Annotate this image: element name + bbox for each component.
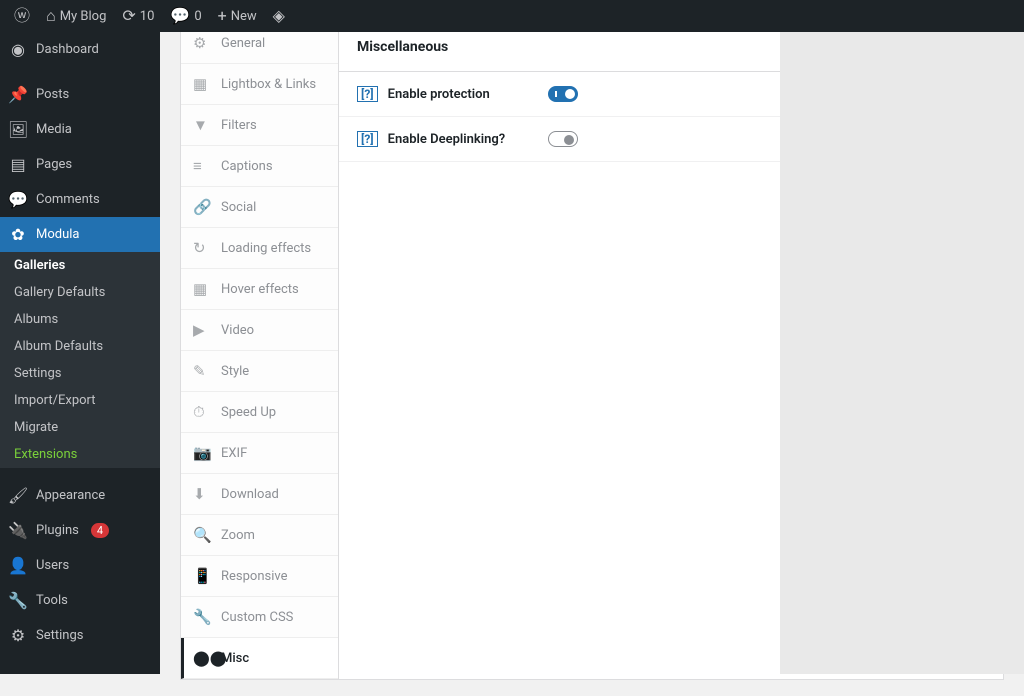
download-icon: ⬇ <box>193 485 211 503</box>
diamond-icon: ◈ <box>273 8 285 24</box>
tab-captions[interactable]: ≡Captions <box>181 146 338 187</box>
play-icon: ▶ <box>193 321 211 339</box>
gauge-icon: ⏱ <box>193 403 211 421</box>
modula-submenu: Galleries Gallery Defaults Albums Album … <box>0 252 160 468</box>
submenu-import-export[interactable]: Import/Export <box>0 387 160 414</box>
submenu-albums[interactable]: Albums <box>0 306 160 333</box>
sliders-icon: ⚙ <box>8 626 28 645</box>
paint-icon: ✎ <box>193 362 211 380</box>
comments-count: 0 <box>194 9 201 24</box>
dots-icon: ⬤⬤ <box>193 649 211 667</box>
user-icon: 👤 <box>8 556 28 575</box>
wrench-icon: 🔧 <box>193 608 211 626</box>
tab-hover[interactable]: ▦Hover effects <box>181 269 338 310</box>
submenu-gallery-defaults[interactable]: Gallery Defaults <box>0 279 160 306</box>
hover-icon: ▦ <box>193 280 211 298</box>
wp-logo[interactable]: ⓦ <box>6 0 38 32</box>
gear-icon: ✿ <box>8 225 28 244</box>
pin-icon: 📌 <box>8 85 28 104</box>
menu-plugins[interactable]: 🔌Plugins4 <box>0 513 160 548</box>
menu-modula[interactable]: ✿Modula <box>0 217 160 252</box>
funnel-icon: ▼ <box>193 116 211 134</box>
tab-responsive[interactable]: 📱Responsive <box>181 556 338 597</box>
row-label: Enable Deeplinking? <box>388 132 538 147</box>
admin-bar: ⓦ ⌂My Blog ⟳10 💬0 +New ◈ <box>0 0 1024 32</box>
tab-exif[interactable]: 📷EXIF <box>181 433 338 474</box>
litespeed-link[interactable]: ◈ <box>265 0 293 32</box>
comments-link[interactable]: 💬0 <box>162 0 209 32</box>
wrench-icon: 🔧 <box>8 591 28 610</box>
toggle-protection[interactable] <box>548 86 578 102</box>
comments-icon: 💬 <box>8 190 28 209</box>
tab-custom-css[interactable]: 🔧Custom CSS <box>181 597 338 638</box>
plug-icon: 🔌 <box>8 521 28 540</box>
menu-dashboard[interactable]: ◉Dashboard <box>0 32 160 67</box>
submenu-migrate[interactable]: Migrate <box>0 414 160 441</box>
menu-litespeed[interactable]: ◈LiteSpeed Cache <box>0 663 160 674</box>
wordpress-icon: ⓦ <box>14 8 30 24</box>
site-name: My Blog <box>60 9 107 24</box>
updates-count: 10 <box>140 9 155 24</box>
help-icon[interactable]: [?] <box>357 86 378 102</box>
submenu-album-defaults[interactable]: Album Defaults <box>0 333 160 360</box>
phone-icon: 📱 <box>193 567 211 585</box>
submenu-settings[interactable]: Settings <box>0 360 160 387</box>
media-icon: 🖼 <box>8 120 28 139</box>
tab-video[interactable]: ▶Video <box>181 310 338 351</box>
menu-settings[interactable]: ⚙Settings <box>0 618 160 653</box>
brush-icon: 🖌 <box>8 486 28 505</box>
menu-posts[interactable]: 📌Posts <box>0 77 160 112</box>
gear-icon: ⚙ <box>193 34 211 52</box>
submenu-extensions[interactable]: Extensions <box>0 441 160 468</box>
link-icon: 🔗 <box>193 198 211 216</box>
grid-icon: ▦ <box>193 75 211 93</box>
home-icon: ⌂ <box>46 8 56 24</box>
menu-comments[interactable]: 💬Comments <box>0 182 160 217</box>
tab-social[interactable]: 🔗Social <box>181 187 338 228</box>
admin-sidebar: ◉Dashboard 📌Posts 🖼Media ▤Pages 💬Comment… <box>0 32 160 674</box>
row-label: Enable protection <box>388 87 538 102</box>
comment-icon: 💬 <box>170 8 190 24</box>
page-icon: ▤ <box>8 155 28 174</box>
text-icon: ≡ <box>193 157 211 175</box>
menu-appearance[interactable]: 🖌Appearance <box>0 478 160 513</box>
menu-pages[interactable]: ▤Pages <box>0 147 160 182</box>
panel-title: Miscellaneous <box>357 39 448 55</box>
tab-download[interactable]: ⬇Download <box>181 474 338 515</box>
refresh-icon: ⟳ <box>122 8 135 24</box>
menu-users[interactable]: 👤Users <box>0 548 160 583</box>
tab-lightbox[interactable]: ▦Lightbox & Links <box>181 64 338 105</box>
new-label: New <box>231 9 257 24</box>
plus-icon: + <box>218 8 227 24</box>
camera-icon: 📷 <box>193 444 211 462</box>
menu-media[interactable]: 🖼Media <box>0 112 160 147</box>
tab-style[interactable]: ✎Style <box>181 351 338 392</box>
settings-tabs: ⚙General ▦Lightbox & Links ▼Filters ≡Cap… <box>181 23 339 679</box>
submenu-galleries[interactable]: Galleries <box>0 252 160 279</box>
updates-link[interactable]: ⟳ 10 <box>114 0 162 32</box>
help-icon[interactable]: [?] <box>357 131 378 147</box>
dashboard-icon: ◉ <box>8 40 28 59</box>
tab-speedup[interactable]: ⏱Speed Up <box>181 392 338 433</box>
tab-loading[interactable]: ↻Loading effects <box>181 228 338 269</box>
tab-filters[interactable]: ▼Filters <box>181 105 338 146</box>
toggle-deeplinking[interactable] <box>548 131 578 147</box>
reload-icon: ↻ <box>193 239 211 257</box>
right-background <box>780 32 1024 674</box>
menu-tools[interactable]: 🔧Tools <box>0 583 160 618</box>
search-icon: 🔍 <box>193 526 211 544</box>
new-content-link[interactable]: + New <box>210 0 265 32</box>
tab-misc[interactable]: ⬤⬤Misc <box>181 638 338 679</box>
plugins-badge: 4 <box>91 523 109 538</box>
site-name-link[interactable]: ⌂ My Blog <box>38 0 114 32</box>
tab-zoom[interactable]: 🔍Zoom <box>181 515 338 556</box>
